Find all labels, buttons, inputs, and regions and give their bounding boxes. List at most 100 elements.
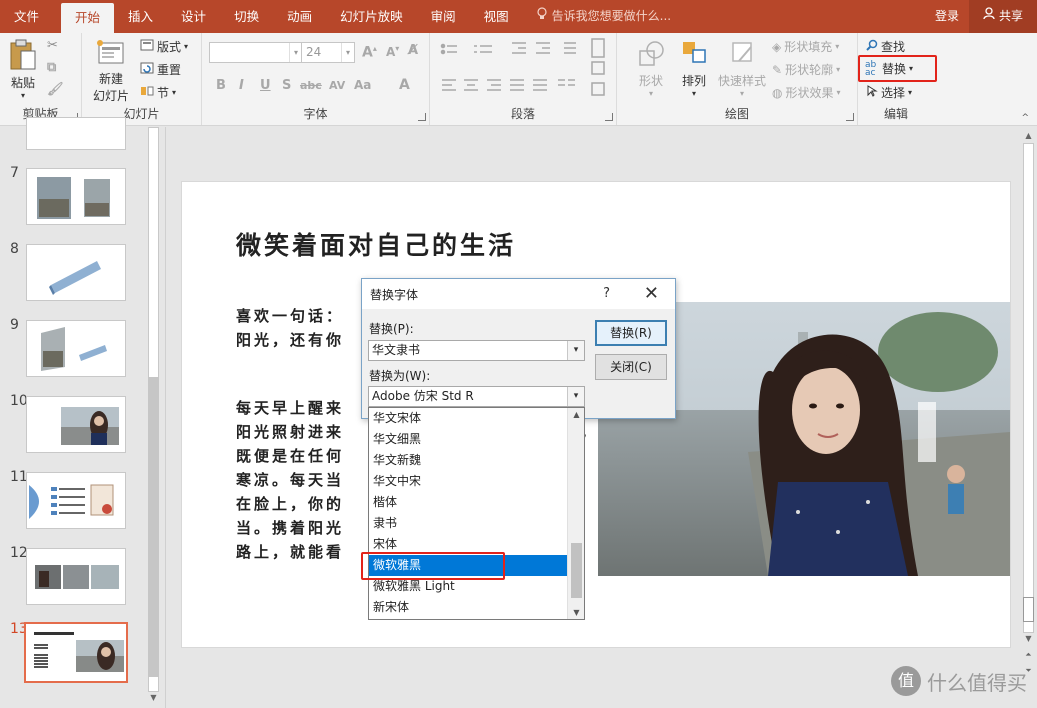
replace-font-dialog: 替换字体 ? ✕ 替换(P): 华文隶书 ▾ 替换为(W): Adobe 仿宋 … [361,278,676,419]
slide-title[interactable]: 微笑着面对自己的生活 [236,226,516,262]
text-line: 阳光，还有你 [236,331,345,349]
font-list-scroll-thumb[interactable] [571,543,582,598]
replace-font-select[interactable]: 华文隶书 ▾ [368,340,585,361]
slide-thumbnail-8[interactable] [26,244,126,301]
grow-font-icon[interactable]: A▴ [362,44,377,61]
shape-fill-button[interactable]: ◈ 形状填充 ▾ [772,38,839,55]
drawing-launcher-icon[interactable] [846,113,854,121]
underline-button[interactable]: U [260,78,271,93]
font-name-combo[interactable]: ▾ [209,42,303,63]
close-dialog-button[interactable]: 关闭(C) [595,354,667,380]
tab-design[interactable]: 设计 [167,0,220,33]
reset-button[interactable]: 重置 [140,61,181,78]
select-button[interactable]: 选择 ▾ [866,84,912,101]
font-dropdown-list[interactable]: 华文宋体 华文细黑 华文新魏 华文中宋 楷体 隶书 宋体 微软雅黑 微软雅黑 L… [368,407,585,620]
shadow-button[interactable]: S [282,78,291,93]
change-case-button[interactable]: Aa [354,78,371,92]
align-text-icon [591,61,605,75]
tell-me-box[interactable]: 告诉我您想要做什么... [523,0,671,33]
editor-scrollbar[interactable]: ▲ ▼ ⏶ ⏷ [1021,127,1036,708]
text-line: 阳光照射进来 [236,423,345,441]
font-option[interactable]: 隶书 [369,513,567,534]
font-option[interactable]: 新宋体 [369,597,567,618]
slide-thumbnail-6[interactable] [26,117,126,150]
section-button[interactable]: 节 ▾ [140,84,176,101]
replace-confirm-button[interactable]: 替换(R) [595,320,667,346]
text-line: 路上，就能看 [236,543,345,561]
format-painter-icon[interactable]: 🖌 [47,82,64,97]
layout-button[interactable]: 版式 ▾ [140,38,188,55]
tab-review[interactable]: 审阅 [417,0,470,33]
slide-thumbnail-11[interactable] [26,472,126,529]
font-size-combo[interactable]: 24 ▾ [301,42,355,63]
slide-paragraph-1[interactable]: 喜欢一句话： 阳光，还有你 [236,304,344,352]
prev-slide-icon[interactable]: ⏶ [1023,650,1034,660]
slide-thumbnail-12[interactable] [26,548,126,605]
font-size-value: 24 [306,45,322,59]
shape-outline-button[interactable]: ✎ 形状轮廓 ▾ [772,61,840,78]
clear-format-icon[interactable]: A̸ [408,43,418,58]
slide-thumbnail-10[interactable] [26,396,126,453]
tab-animations[interactable]: 动画 [273,0,326,33]
tab-transitions[interactable]: 切换 [220,0,273,33]
slide-thumbnail-7[interactable] [26,168,126,225]
paste-button[interactable]: 粘贴 ▾ [6,39,40,100]
font-color-button[interactable]: A [399,77,410,93]
align-center-icon [464,79,478,91]
scroll-down-arrow-icon[interactable]: ▼ [1023,634,1034,643]
chevron-down-icon[interactable]: ▾ [567,341,584,360]
font-list-scrollbar[interactable]: ▲ ▼ [567,408,584,619]
chevron-down-icon[interactable]: ▾ [567,387,584,406]
font-option[interactable]: 楷体 [369,492,567,513]
slide-paragraph-2[interactable]: 每天早上醒来 阳光照射进来 既便是在任何 寒凉。每天当 在脸上，你的 当。携着阳… [236,396,344,564]
collapse-ribbon-icon[interactable]: ^ [1021,113,1029,123]
bold-button[interactable]: B [216,78,226,93]
layout-label: 版式 [157,40,182,54]
close-icon[interactable]: ✕ [644,283,659,304]
font-launcher-icon[interactable] [418,113,426,121]
italic-button[interactable]: I [239,78,244,93]
shrink-font-icon[interactable]: A▾ [386,44,399,59]
quick-styles-button[interactable]: 快速样式 ▾ [715,39,769,98]
chevron-down-icon[interactable]: ▾ [341,43,354,62]
scroll-down-arrow-icon[interactable]: ▼ [148,693,159,702]
scroll-down-arrow-icon[interactable]: ▼ [568,608,584,617]
cut-icon[interactable]: ✂ [47,38,58,53]
find-button[interactable]: 查找 [866,38,905,55]
decrease-indent-icon [512,42,526,54]
tab-view[interactable]: 视图 [470,0,523,33]
arrange-label: 排列 [681,74,706,88]
shape-effects-button[interactable]: ◍ 形状效果 ▾ [772,84,841,101]
login-link[interactable]: 登录 [925,0,969,33]
thumbnail-scrollbar[interactable]: ▼ [146,127,161,708]
arrange-button[interactable]: 排列 ▾ [677,39,711,98]
text-line: 当。携着阳光 [236,519,345,537]
help-icon[interactable]: ? [603,286,610,301]
scroll-up-arrow-icon[interactable]: ▲ [1023,131,1034,140]
tab-slideshow[interactable]: 幻灯片放映 [326,0,417,33]
tab-file[interactable]: 文件 [0,0,53,33]
editor-scroll-thumb[interactable] [1023,597,1034,622]
scroll-up-arrow-icon[interactable]: ▲ [568,410,584,419]
copy-icon[interactable]: ⧉ [47,60,56,75]
font-option[interactable]: 华文宋体 [369,408,567,429]
paragraph-launcher-icon[interactable] [605,113,613,121]
slide-thumbnail-9[interactable] [26,320,126,377]
strikethrough-button[interactable]: abc [300,79,322,92]
increase-indent-icon [536,42,550,54]
tab-home[interactable]: 开始 [61,3,115,33]
font-option[interactable]: 华文新魏 [369,450,567,471]
new-slide-button[interactable]: 新建 幻灯片 [88,39,134,104]
share-button[interactable]: 共享 [968,0,1037,33]
slide-thumbnail-13[interactable] [24,622,128,683]
char-spacing-button[interactable]: AV [329,79,345,92]
tab-insert[interactable]: 插入 [114,0,167,33]
replace-with-select[interactable]: Adobe 仿宋 Std R ▾ [368,386,585,407]
scrollbar-thumb[interactable] [148,377,159,677]
shapes-button[interactable]: 形状 ▾ [633,39,669,98]
align-left-icon [442,79,456,91]
font-option[interactable]: 华文中宋 [369,471,567,492]
line-spacing-icon [564,42,576,54]
font-option[interactable]: 华文细黑 [369,429,567,450]
replace-with-value: Adobe 仿宋 Std R [372,389,474,403]
